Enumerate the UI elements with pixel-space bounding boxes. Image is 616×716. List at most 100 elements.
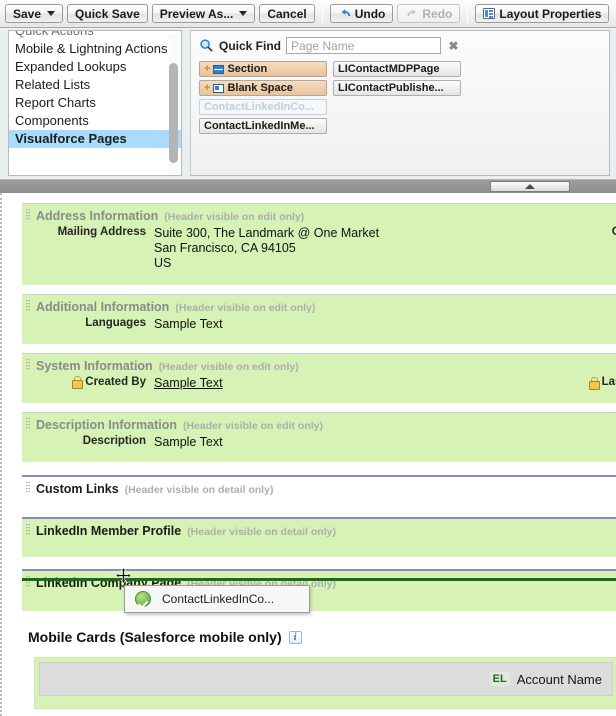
check-circle-icon — [135, 591, 151, 607]
layout-field-description[interactable]: Description Sample Text — [22, 435, 616, 456]
mobile-card-row[interactable]: EL Account Name — [39, 662, 613, 696]
palette-item-section[interactable]: + Section — [199, 61, 327, 77]
section-visibility-note: (Header visible on edit only) — [158, 361, 299, 373]
layout-section-system-information[interactable]: System Information (Header visible on ed… — [22, 353, 616, 403]
palette-category-label: Components — [15, 113, 89, 128]
section-visibility-note: (Header visible on edit only) — [164, 211, 305, 223]
clear-search-icon[interactable]: ✖ — [446, 38, 461, 53]
layout-section-additional-information[interactable]: Additional Information (Header visible o… — [22, 294, 616, 344]
chevron-up-icon — [525, 184, 535, 189]
palette-item-blank-space[interactable]: + Blank Space — [199, 80, 327, 96]
preview-as-button[interactable]: Preview As... — [151, 4, 256, 23]
undo-icon — [341, 9, 350, 16]
layout-properties-icon — [483, 8, 496, 19]
palette-category-label: Quick Actions — [15, 30, 94, 38]
search-icon — [199, 38, 214, 53]
layout-section-linkedin-company-page[interactable]: LinkedIn Company Page (Header visible on… — [22, 569, 616, 611]
palette-category-components[interactable]: Components — [9, 112, 181, 130]
layout-properties-button[interactable]: Layout Properties — [475, 4, 610, 23]
chevron-down-icon[interactable] — [239, 11, 248, 16]
layout-field-mailing-address[interactable]: Mailing Address Suite 300, The Landmark … — [22, 226, 616, 277]
drag-handle-icon[interactable] — [26, 482, 30, 494]
drag-handle-icon[interactable] — [26, 300, 30, 312]
palette-item-label: ContactLinkedInCo... — [204, 101, 314, 113]
palette-panel: Quick Actions Mobile & Lightning Actions… — [0, 28, 616, 180]
redo-icon — [407, 9, 417, 16]
drag-ghost-label: ContactLinkedInCo... — [162, 592, 275, 606]
mobile-card-spacer — [39, 696, 613, 704]
section-header: System Information (Header visible on ed… — [22, 354, 616, 376]
mobile-cards-dropzone[interactable]: EL Account Name — [34, 657, 616, 709]
undo-button[interactable]: Undo — [329, 4, 394, 23]
layout-field-last-modified-by[interactable]: Last M — [588, 376, 616, 390]
save-button[interactable]: Save — [5, 4, 64, 23]
editor-toolbar: Save Quick Save Preview As... Cancel Und… — [0, 0, 616, 28]
palette-category-expanded-lookups[interactable]: Expanded Lookups — [9, 58, 181, 76]
expanded-lookup-badge: EL — [489, 672, 510, 686]
palette-category-related-lists[interactable]: Related Lists — [9, 76, 181, 94]
layout-field-created-by[interactable]: Created By Sample Text Last M — [22, 376, 616, 397]
drop-target-indicator — [22, 578, 616, 581]
section-title: Address Information — [36, 209, 159, 223]
section-header: Custom Links (Header visible on detail o… — [22, 477, 616, 499]
palette-column-right: LIContactMDPPage LIContactPublishe... — [333, 61, 461, 134]
layout-section-custom-links[interactable]: Custom Links (Header visible on detail o… — [22, 475, 616, 513]
palette-collapse-bar[interactable] — [0, 180, 616, 193]
collapse-palette-button[interactable] — [490, 181, 570, 192]
quick-save-button[interactable]: Quick Save — [67, 4, 148, 23]
palette-item-label: ContactLinkedInMe... — [204, 120, 315, 132]
section-title: Custom Links — [36, 482, 119, 496]
section-title: System Information — [36, 359, 153, 373]
palette-category-label: Report Charts — [15, 95, 96, 110]
mobile-cards-heading: Mobile Cards (Salesforce mobile only) i — [28, 629, 616, 645]
info-icon[interactable]: i — [288, 630, 302, 644]
palette-category-label: Mobile & Lightning Actions — [15, 41, 168, 56]
palette-item-label: Section — [227, 63, 268, 75]
section-icon — [213, 64, 225, 74]
drag-handle-icon[interactable] — [26, 418, 30, 430]
palette-category-list[interactable]: Quick Actions Mobile & Lightning Actions… — [8, 30, 182, 176]
palette-category-quick-actions[interactable]: Quick Actions — [9, 30, 181, 40]
preview-as-label: Preview As... — [159, 6, 234, 21]
palette-category-label: Expanded Lookups — [15, 59, 127, 74]
palette-item-licontactmdppage[interactable]: LIContactMDPPage — [333, 61, 461, 77]
palette-column-left: + Section + Blank Space ContactLinkedInC… — [199, 61, 327, 134]
mobile-card-label: Account Name — [516, 671, 602, 687]
palette-item-contactlinkedinco[interactable]: ContactLinkedInCo... — [199, 99, 327, 115]
field-value: Sample Text — [154, 435, 223, 449]
layout-section-address-information[interactable]: Address Information (Header visible on e… — [22, 203, 616, 285]
page-layout-canvas: Address Information (Header visible on e… — [0, 193, 616, 716]
palette-category-mobile-lightning-actions[interactable]: Mobile & Lightning Actions — [9, 40, 181, 58]
layout-section-linkedin-member-profile[interactable]: LinkedIn Member Profile (Header visible … — [22, 517, 616, 557]
palette-item-grid: + Section + Blank Space ContactLinkedInC… — [199, 61, 461, 134]
section-gap — [22, 557, 616, 569]
cancel-button[interactable]: Cancel — [259, 4, 315, 23]
add-plus-icon: + — [204, 63, 211, 75]
palette-category-label: Visualforce Pages — [15, 131, 127, 146]
add-plus-icon: + — [204, 82, 211, 94]
section-visibility-note: (Header visible on detail only) — [187, 526, 336, 538]
redo-button[interactable]: Redo — [397, 4, 461, 23]
blank-space-icon — [213, 83, 225, 93]
layout-field-other-address[interactable]: Othe — [612, 226, 616, 238]
section-title: LinkedIn Member Profile — [36, 524, 182, 538]
palette-category-visualforce-pages[interactable]: Visualforce Pages — [9, 130, 181, 148]
drag-handle-icon[interactable] — [26, 359, 30, 371]
canvas-top-spacer — [2, 193, 616, 203]
drag-handle-icon[interactable] — [26, 209, 30, 221]
quick-find-input[interactable] — [286, 37, 442, 54]
cancel-label: Cancel — [267, 6, 307, 21]
layout-field-languages[interactable]: Languages Sample Text — [22, 317, 616, 338]
palette-item-licontactpublisher[interactable]: LIContactPublishe... — [333, 80, 461, 96]
layout-section-description-information[interactable]: Description Information (Header visible … — [22, 412, 616, 462]
section-header: Address Information (Header visible on e… — [22, 204, 616, 226]
drag-handle-icon[interactable] — [26, 524, 30, 536]
field-label: Created By — [85, 376, 146, 388]
palette-item-contactlinkedinme[interactable]: ContactLinkedInMe... — [199, 118, 327, 134]
section-gap — [22, 285, 616, 294]
chevron-down-icon[interactable] — [47, 11, 56, 16]
field-value: Suite 300, The Landmark @ One Market San… — [154, 226, 380, 270]
section-title: Description Information — [36, 418, 177, 432]
palette-category-report-charts[interactable]: Report Charts — [9, 94, 181, 112]
palette-scrollbar-thumb[interactable] — [169, 63, 178, 163]
